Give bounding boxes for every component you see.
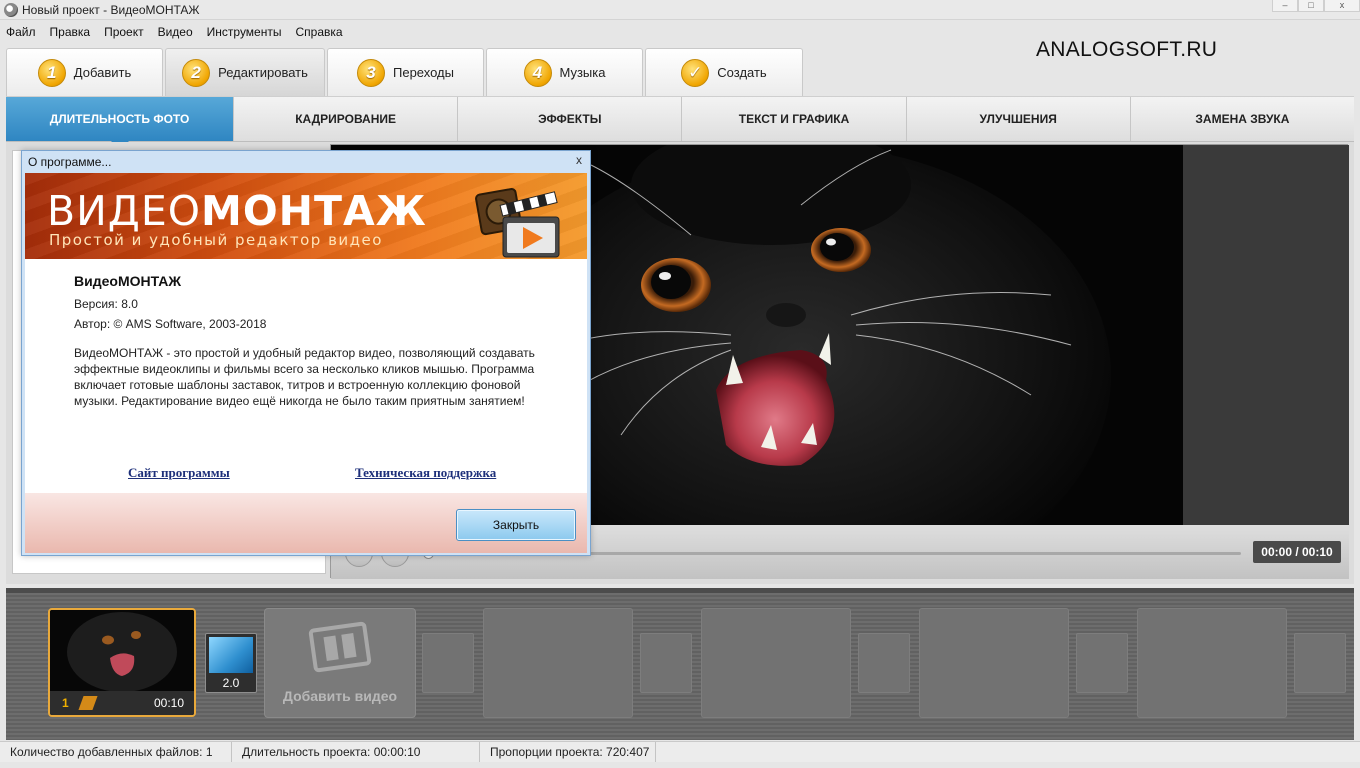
empty-clip-slot bbox=[483, 608, 633, 718]
tab-add[interactable]: 1 Добавить bbox=[6, 48, 163, 96]
tab-music[interactable]: 4 Музыка bbox=[486, 48, 643, 96]
menu-help[interactable]: Справка bbox=[295, 25, 342, 39]
film-strip-icon bbox=[308, 621, 372, 673]
app-version: Версия: 8.0 bbox=[74, 297, 138, 311]
empty-clip-slot bbox=[1137, 608, 1287, 718]
about-dialog: О программе... x ВИДЕОМОНТАЖ Простой и у… bbox=[21, 150, 591, 556]
preview-margin bbox=[1183, 145, 1349, 525]
watermark: ANALOGSOFT.RU bbox=[1036, 38, 1218, 61]
status-project-duration: Длительность проекта: 00:00:10 bbox=[232, 742, 480, 762]
clip-info-bar: 1 00:10 bbox=[50, 691, 194, 715]
tab-create-label: Создать bbox=[717, 65, 767, 80]
clip-duration: 00:10 bbox=[153, 696, 184, 710]
support-link[interactable]: Техническая поддержка bbox=[355, 465, 496, 481]
dialog-close-icon[interactable]: x bbox=[572, 154, 586, 168]
app-icon bbox=[4, 2, 18, 17]
tab-music-label: Музыка bbox=[559, 65, 606, 80]
add-video-button[interactable]: Добавить видео bbox=[264, 608, 416, 718]
tab-edit-label: Редактировать bbox=[218, 65, 308, 80]
close-button[interactable]: Закрыть bbox=[456, 509, 576, 541]
transition-thumbnail bbox=[209, 637, 253, 673]
app-name: ВидеоМОНТАЖ bbox=[74, 273, 182, 289]
subtab-enhancements[interactable]: Улучшения bbox=[905, 97, 1130, 141]
wizard-tabs: 1 Добавить 2 Редактировать 3 Переходы 4 … bbox=[6, 48, 805, 96]
tab-create[interactable]: ✓ Создать bbox=[645, 48, 803, 96]
empty-transition-slot bbox=[1294, 633, 1346, 693]
maximize-icon[interactable]: □ bbox=[1298, 0, 1324, 12]
step-2-icon: 2 bbox=[182, 58, 211, 87]
timecode: 00:00 / 00:10 bbox=[1253, 541, 1341, 563]
title-bar: Новый проект - ВидеоМОНТАЖ – □ x bbox=[0, 0, 1360, 20]
timeline-transition[interactable]: 2.0 bbox=[205, 633, 257, 693]
check-icon: ✓ bbox=[681, 58, 710, 87]
minimize-icon[interactable]: – bbox=[1272, 0, 1298, 12]
tab-add-label: Добавить bbox=[73, 65, 132, 80]
tab-transitions[interactable]: 3 Переходы bbox=[327, 48, 484, 96]
menu-project[interactable]: Проект bbox=[104, 25, 144, 39]
empty-transition-slot bbox=[422, 633, 474, 693]
menu-tools[interactable]: Инструменты bbox=[207, 25, 282, 39]
tab-edit[interactable]: 2 Редактировать bbox=[165, 48, 325, 96]
status-files-count: Количество добавленных файлов: 1 bbox=[0, 742, 232, 762]
subtab-photo-duration[interactable]: Длительность фото bbox=[6, 97, 233, 150]
dialog-body: ВИДЕОМОНТАЖ Простой и удобный редактор в… bbox=[25, 173, 587, 553]
dialog-title: О программе... bbox=[28, 155, 112, 169]
step-3-icon: 3 bbox=[357, 58, 385, 87]
empty-clip-slot bbox=[919, 608, 1069, 718]
pencil-icon[interactable] bbox=[78, 696, 98, 710]
subtab-text-graphics[interactable]: Текст и графика bbox=[681, 97, 905, 141]
app-author: Автор: © AMS Software, 2003-2018 bbox=[74, 317, 267, 331]
tab-transitions-label: Переходы bbox=[393, 65, 454, 80]
website-link[interactable]: Сайт программы bbox=[128, 465, 230, 481]
menu-video[interactable]: Видео bbox=[158, 25, 193, 39]
add-video-label: Добавить видео bbox=[282, 688, 398, 704]
menu-bar: Файл Правка Проект Видео Инструменты Спр… bbox=[0, 22, 357, 42]
subtab-replace-audio[interactable]: Замена звука bbox=[1129, 97, 1354, 141]
clip-index: 1 bbox=[62, 696, 69, 710]
timeline-clip[interactable]: 1 00:10 bbox=[48, 608, 196, 717]
about-info: ВидеоМОНТАЖ Версия: 8.0 Автор: © AMS Sof… bbox=[74, 273, 554, 409]
menu-edit[interactable]: Правка bbox=[50, 25, 91, 39]
empty-transition-slot bbox=[640, 633, 692, 693]
status-project-proportions: Пропорции проекта: 720:407 bbox=[480, 742, 656, 762]
banner-subtitle: Простой и удобный редактор видео bbox=[49, 231, 383, 249]
edit-subtabs: Длительность фото Кадрирование Эффекты Т… bbox=[6, 96, 1354, 150]
step-1-icon: 1 bbox=[37, 58, 66, 87]
step-4-icon: 4 bbox=[523, 58, 552, 87]
empty-transition-slot bbox=[858, 633, 910, 693]
clapperboard-logo-icon bbox=[475, 188, 560, 258]
close-window-icon[interactable]: x bbox=[1324, 0, 1360, 12]
app-description: ВидеоМОНТАЖ - это простой и удобный реда… bbox=[74, 346, 535, 408]
empty-transition-slot bbox=[1076, 633, 1128, 693]
window-controls: – □ x bbox=[1272, 0, 1360, 12]
timeline: 1 00:10 2.0 Добавить видео bbox=[6, 588, 1354, 740]
subtab-effects[interactable]: Эффекты bbox=[457, 97, 681, 141]
clip-thumbnail bbox=[50, 610, 194, 693]
transition-duration: 2.0 bbox=[222, 676, 240, 690]
empty-clip-slot bbox=[701, 608, 851, 718]
subtab-crop[interactable]: Кадрирование bbox=[233, 97, 457, 141]
window-title: Новый проект - ВидеоМОНТАЖ bbox=[22, 2, 200, 17]
banner-title: ВИДЕОМОНТАЖ bbox=[47, 187, 427, 235]
status-bar: Количество добавленных файлов: 1 Длитель… bbox=[0, 741, 1360, 762]
menu-file[interactable]: Файл bbox=[6, 25, 36, 39]
